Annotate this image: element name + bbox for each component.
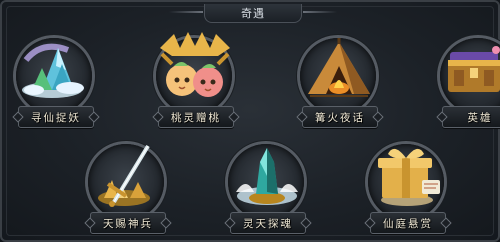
ice-mountain-icon <box>22 43 84 98</box>
crystal-orb-icon <box>236 148 298 205</box>
event-node-1[interactable]: 寻仙捉妖 <box>12 38 98 134</box>
event-node-2[interactable]: 桃灵赠桃 <box>152 32 238 134</box>
event-label: 仙庭悬赏 <box>383 217 433 230</box>
event-node-5[interactable]: 天赐神兵 <box>84 144 170 240</box>
panel-title: 奇遇 <box>241 7 265 20</box>
gift-box-icon <box>378 148 440 206</box>
event-label-plate: 桃灵赠桃 <box>158 106 234 128</box>
event-label-plate: 篝火夜话 <box>302 106 378 128</box>
event-label-plate: 灵天探魂 <box>230 212 306 234</box>
adventure-panel: 奇遇 寻仙捉妖 桃灵赠桃 篝火夜话 英雄 天赐神兵 灵天探魂 仙庭悬赏 <box>0 0 500 242</box>
title-plate: 奇遇 <box>169 4 302 23</box>
event-label-plate: 仙庭悬赏 <box>370 212 446 234</box>
event-node-4[interactable]: 英雄 <box>436 38 500 134</box>
event-label: 寻仙捉妖 <box>31 111 81 124</box>
event-label-plate: 寻仙捉妖 <box>18 106 94 128</box>
event-node-3[interactable]: 篝火夜话 <box>296 38 382 134</box>
event-label: 天赐神兵 <box>103 217 153 230</box>
event-label-plate: 天赐神兵 <box>90 212 166 234</box>
campfire-tent-icon <box>308 38 370 97</box>
event-node-6[interactable]: 灵天探魂 <box>224 144 310 240</box>
peach-spirits-icon <box>160 32 230 97</box>
event-label: 英雄 <box>467 111 493 124</box>
event-label: 桃灵赠桃 <box>171 111 221 124</box>
event-node-7[interactable]: 仙庭悬赏 <box>364 144 450 240</box>
event-label-plate: 英雄 <box>442 106 500 128</box>
event-label: 灵天探魂 <box>243 217 293 230</box>
event-label: 篝火夜话 <box>315 111 365 124</box>
sword-gold-icon <box>98 144 150 207</box>
treasure-chest-icon <box>448 46 500 92</box>
